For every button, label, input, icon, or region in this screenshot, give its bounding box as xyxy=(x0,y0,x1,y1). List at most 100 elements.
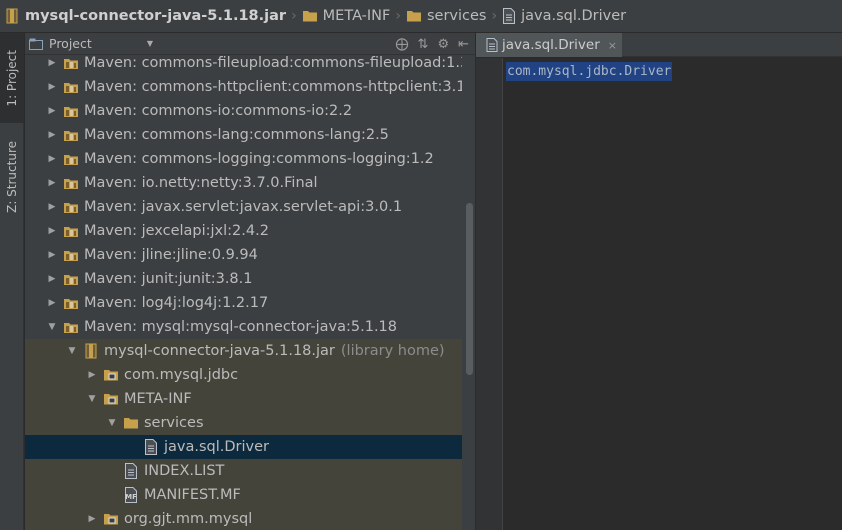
library-icon xyxy=(63,247,79,263)
project-tool-tab-label: 1: Project xyxy=(5,49,19,107)
tree-node-label: Maven: javax.servlet:javax.servlet-api:3… xyxy=(84,199,403,215)
package-icon xyxy=(103,511,119,527)
tree-node[interactable]: ▶ Maven: javax.servlet:javax.servlet-api:… xyxy=(25,195,462,219)
tree-node-label: Maven: io.netty:netty:3.7.0.Final xyxy=(84,175,318,191)
library-icon xyxy=(63,79,79,95)
breadcrumb-separator: › xyxy=(395,8,401,24)
tree-node[interactable]: ▶ Maven: commons-httpclient:commons-httpc… xyxy=(25,75,462,99)
library-icon xyxy=(63,199,79,215)
tree-scroll-thumb[interactable] xyxy=(466,203,473,375)
tree-node[interactable]: ▶ Maven: commons-fileupload:commons-fileu… xyxy=(25,55,462,75)
library-icon xyxy=(63,103,79,119)
collapsed-arrow-icon[interactable]: ▶ xyxy=(45,202,59,212)
tree-node[interactable]: ▼ Maven: mysql:mysql-connector-java:5.1.1… xyxy=(25,315,462,339)
library-icon xyxy=(63,223,79,239)
tree-node[interactable]: INDEX.LIST xyxy=(25,459,462,483)
gear-icon[interactable]: ⚙ xyxy=(437,37,449,52)
breadcrumb-item[interactable]: META-INF xyxy=(302,0,391,32)
expanded-arrow-icon[interactable]: ▼ xyxy=(45,322,59,332)
tree-node-label: org.gjt.mm.mysql xyxy=(124,511,253,527)
tree-node[interactable]: ▶ Maven: commons-lang:commons-lang:2.5 xyxy=(25,123,462,147)
svg-text:MF: MF xyxy=(125,493,137,501)
code-line-1[interactable]: com.mysql.jdbc.Driver xyxy=(506,62,673,81)
breadcrumb-label: java.sql.Driver xyxy=(521,8,627,24)
library-icon xyxy=(63,271,79,287)
file-icon xyxy=(143,439,159,455)
collapsed-arrow-icon[interactable]: ▶ xyxy=(45,58,59,68)
navigation-bar: mysql-connector-java-5.1.18.jar › META-INF… xyxy=(0,0,842,33)
collapsed-arrow-icon[interactable]: ▶ xyxy=(45,154,59,164)
tree-node-hint: (library home) xyxy=(340,343,445,359)
file-icon xyxy=(486,38,498,52)
breadcrumb-label: mysql-connector-java-5.1.18.jar xyxy=(25,8,287,24)
breadcrumb-separator: › xyxy=(491,8,498,24)
collapse-icon[interactable]: ⇅ xyxy=(418,37,429,52)
project-view-label: Project xyxy=(49,36,92,51)
tree-node-label: java.sql.Driver xyxy=(164,439,270,455)
library-icon xyxy=(63,127,79,143)
tree-node[interactable]: ▶ Maven: commons-io:commons-io:2.2 xyxy=(25,99,462,123)
collapsed-arrow-icon[interactable]: ▶ xyxy=(45,298,59,308)
collapsed-arrow-icon[interactable]: ▶ xyxy=(45,226,59,236)
chevron-down-icon: ▼ xyxy=(146,39,153,48)
breadcrumb-item[interactable]: services xyxy=(406,0,486,32)
project-tool-tab[interactable]: 1: Project xyxy=(0,33,24,123)
tree-node-label: Maven: mysql:mysql-connector-java:5.1.18 xyxy=(84,319,398,335)
collapsed-arrow-icon[interactable]: ▶ xyxy=(45,82,59,92)
collapsed-arrow-icon[interactable]: ▶ xyxy=(45,274,59,284)
collapsed-arrow-icon[interactable]: ▶ xyxy=(45,106,59,116)
breadcrumb-item[interactable]: java.sql.Driver xyxy=(502,0,626,32)
package-icon xyxy=(103,367,119,383)
breadcrumb-label: META-INF xyxy=(322,8,391,24)
folder-icon xyxy=(302,8,318,24)
tree-node-label: INDEX.LIST xyxy=(144,463,225,479)
target-icon[interactable]: ⨁ xyxy=(396,37,409,52)
expanded-arrow-icon[interactable]: ▼ xyxy=(85,394,99,404)
tree-node-label: Maven: junit:junit:3.8.1 xyxy=(84,271,253,287)
code-editor[interactable]: com.mysql.jdbc.Driver xyxy=(504,58,842,530)
tree-node[interactable]: ▶ Maven: io.netty:netty:3.7.0.Final xyxy=(25,171,462,195)
tree-node-label: Maven: commons-logging:commons-logging:1… xyxy=(84,151,434,167)
expanded-arrow-icon[interactable]: ▼ xyxy=(65,346,79,356)
collapsed-arrow-icon[interactable]: ▶ xyxy=(45,178,59,188)
tree-node[interactable]: ▶ Maven: jline:jline:0.9.94 xyxy=(25,243,462,267)
structure-tool-tab[interactable]: Z: Structure xyxy=(0,129,24,225)
tree-node[interactable]: ▼ mysql-connector-java-5.1.18.jar (library… xyxy=(25,339,462,363)
tree-node[interactable]: MF MANIFEST.MF xyxy=(25,483,462,507)
tree-node[interactable]: ▶ org.gjt.mm.mysql xyxy=(25,507,462,530)
tree-node[interactable]: ▶ Maven: commons-logging:commons-logging:… xyxy=(25,147,462,171)
breadcrumb-item[interactable]: mysql-connector-java-5.1.18.jar xyxy=(4,0,286,32)
tree-node[interactable]: java.sql.Driver xyxy=(25,435,462,459)
structure-tool-tab-label: Z: Structure xyxy=(5,141,19,213)
tree-scrollbar[interactable] xyxy=(463,55,475,530)
tree-node-label: Maven: commons-lang:commons-lang:2.5 xyxy=(84,127,389,143)
tree-node-label: services xyxy=(144,415,204,431)
hide-icon[interactable]: ⇤ xyxy=(458,37,469,52)
tree-node[interactable]: ▼ services xyxy=(25,411,462,435)
editor-gutter xyxy=(476,58,503,530)
collapsed-arrow-icon[interactable]: ▶ xyxy=(85,370,99,380)
close-icon[interactable]: × xyxy=(608,39,617,52)
project-view-icon xyxy=(29,38,43,50)
tree-node[interactable]: ▼ META-INF xyxy=(25,387,462,411)
collapsed-arrow-icon[interactable]: ▶ xyxy=(85,514,99,524)
tree-node[interactable]: ▶ com.mysql.jdbc xyxy=(25,363,462,387)
collapsed-arrow-icon[interactable]: ▶ xyxy=(45,250,59,260)
tree-node[interactable]: ▶ Maven: junit:junit:3.8.1 xyxy=(25,267,462,291)
breadcrumb-separator: › xyxy=(291,8,297,24)
expanded-arrow-icon[interactable]: ▼ xyxy=(105,418,119,428)
file-icon xyxy=(502,8,516,24)
editor-tab-java-sql-driver[interactable]: java.sql.Driver × xyxy=(476,33,622,57)
file-icon xyxy=(123,463,139,479)
panel-toolbar: ⨁ ⇅ ⚙ ⇤ xyxy=(396,33,469,55)
collapsed-arrow-icon[interactable]: ▶ xyxy=(45,130,59,140)
tree-node[interactable]: ▶ Maven: jexcelapi:jxl:2.4.2 xyxy=(25,219,462,243)
tree-node-label: Maven: jexcelapi:jxl:2.4.2 xyxy=(84,223,269,239)
manifest-icon: MF xyxy=(123,487,139,503)
library-icon xyxy=(63,175,79,191)
tree-node[interactable]: ▶ Maven: log4j:log4j:1.2.17 xyxy=(25,291,462,315)
tree-node-label: com.mysql.jdbc xyxy=(124,367,239,383)
project-tree: ▶ Maven: commons-fileupload:commons-fileu… xyxy=(25,55,462,530)
project-view-selector[interactable]: Project ▼ xyxy=(29,34,153,54)
tree-node-label: META-INF xyxy=(124,391,192,407)
